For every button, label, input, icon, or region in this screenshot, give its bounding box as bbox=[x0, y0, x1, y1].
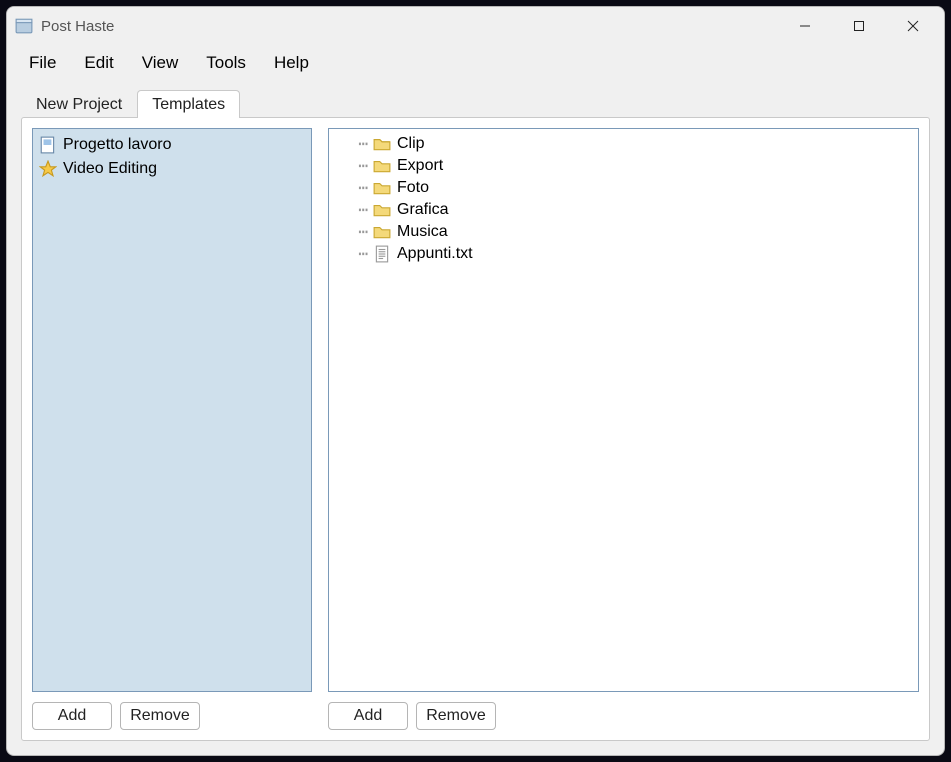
menu-tools[interactable]: Tools bbox=[194, 49, 258, 77]
tree-item[interactable]: ⋯ Musica bbox=[333, 221, 914, 243]
tree-panel: ⋯ Clip ⋯ Export ⋯ bbox=[328, 128, 919, 730]
tab-templates[interactable]: Templates bbox=[137, 90, 240, 118]
tree-item-label: Appunti.txt bbox=[397, 243, 473, 265]
tab-new-project[interactable]: New Project bbox=[21, 90, 137, 118]
list-item[interactable]: Video Editing bbox=[37, 157, 307, 181]
folder-icon bbox=[373, 135, 391, 153]
tree-connector-icon: ⋯ bbox=[349, 155, 367, 177]
templates-add-button[interactable]: Add bbox=[32, 702, 112, 730]
tree-connector-icon: ⋯ bbox=[349, 177, 367, 199]
tree-item-label: Clip bbox=[397, 133, 425, 155]
list-item-label: Video Editing bbox=[63, 158, 157, 180]
list-item[interactable]: Progetto lavoro bbox=[37, 133, 307, 157]
tree-item[interactable]: ⋯ Clip bbox=[333, 133, 914, 155]
templates-list[interactable]: Progetto lavoro Video Editing bbox=[32, 128, 312, 692]
app-title: Post Haste bbox=[41, 18, 778, 35]
app-window: Post Haste File Edit View Tools Help New… bbox=[6, 6, 945, 756]
folder-icon bbox=[373, 201, 391, 219]
folder-icon bbox=[373, 179, 391, 197]
tree-connector-icon: ⋯ bbox=[349, 221, 367, 243]
folder-icon bbox=[373, 157, 391, 175]
list-item-label: Progetto lavoro bbox=[63, 134, 172, 156]
tree-connector-icon: ⋯ bbox=[349, 243, 367, 265]
star-icon bbox=[39, 160, 57, 178]
app-icon bbox=[15, 17, 33, 35]
titlebar: Post Haste bbox=[7, 7, 944, 45]
minimize-button[interactable] bbox=[778, 9, 832, 43]
folder-tree[interactable]: ⋯ Clip ⋯ Export ⋯ bbox=[328, 128, 919, 692]
textfile-icon bbox=[373, 245, 391, 263]
tree-connector-icon: ⋯ bbox=[349, 199, 367, 221]
menu-file[interactable]: File bbox=[17, 49, 68, 77]
tree-item-label: Foto bbox=[397, 177, 429, 199]
tree-item-label: Export bbox=[397, 155, 443, 177]
tree-item[interactable]: ⋯ Foto bbox=[333, 177, 914, 199]
tree-item[interactable]: ⋯ Grafica bbox=[333, 199, 914, 221]
templates-panel: Progetto lavoro Video Editing Add Remove bbox=[32, 128, 312, 730]
menu-edit[interactable]: Edit bbox=[72, 49, 125, 77]
menubar: File Edit View Tools Help bbox=[7, 45, 944, 83]
tree-item[interactable]: ⋯ Appunti.txt bbox=[333, 243, 914, 265]
tree-remove-button[interactable]: Remove bbox=[416, 702, 496, 730]
folder-icon bbox=[373, 223, 391, 241]
window-controls bbox=[778, 9, 940, 43]
content: Progetto lavoro Video Editing Add Remove bbox=[21, 117, 930, 741]
menu-help[interactable]: Help bbox=[262, 49, 321, 77]
tree-item-label: Grafica bbox=[397, 199, 449, 221]
tree-connector-icon: ⋯ bbox=[349, 133, 367, 155]
tabs: New Project Templates bbox=[7, 89, 944, 117]
maximize-button[interactable] bbox=[832, 9, 886, 43]
document-icon bbox=[39, 136, 57, 154]
tree-item-label: Musica bbox=[397, 221, 448, 243]
close-button[interactable] bbox=[886, 9, 940, 43]
menu-view[interactable]: View bbox=[130, 49, 191, 77]
templates-remove-button[interactable]: Remove bbox=[120, 702, 200, 730]
tree-add-button[interactable]: Add bbox=[328, 702, 408, 730]
tree-item[interactable]: ⋯ Export bbox=[333, 155, 914, 177]
